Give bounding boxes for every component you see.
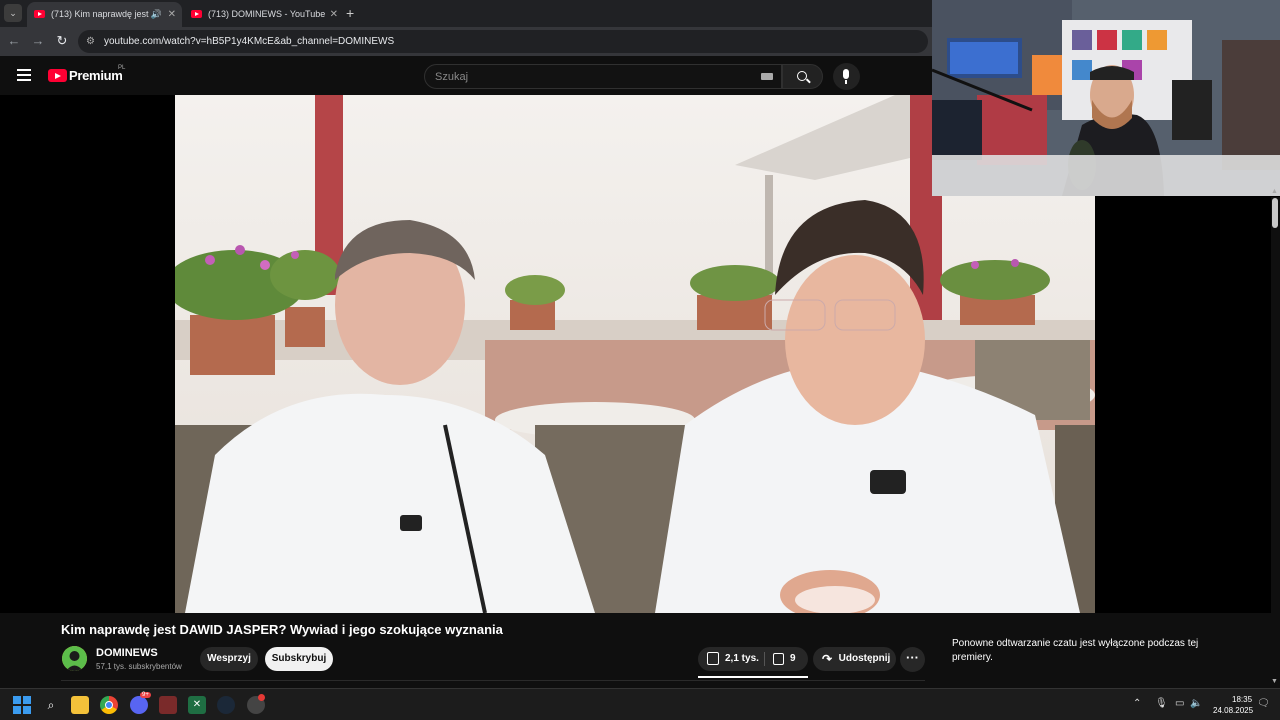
webcam-frame bbox=[932, 0, 1280, 196]
close-tab-icon[interactable]: ✕ bbox=[168, 2, 176, 27]
country-code: PL bbox=[118, 65, 126, 71]
thumbs-up-icon[interactable] bbox=[707, 652, 719, 665]
volume-icon[interactable]: 🔈 bbox=[1190, 698, 1202, 709]
search-box[interactable] bbox=[424, 64, 782, 89]
like-dislike-bar: 2,1 tys. 9 bbox=[698, 647, 808, 671]
address-bar[interactable]: ⚙ youtube.com/watch?v=hB5P1y4KMcE&ab_cha… bbox=[78, 30, 928, 53]
search-icon[interactable]: ⌕ bbox=[42, 696, 60, 714]
scrollbar[interactable] bbox=[1271, 197, 1280, 687]
tab-title: (713) DOMINEWS - YouTube bbox=[208, 9, 326, 19]
forward-arrow-icon[interactable]: → bbox=[29, 32, 47, 50]
windows-start-icon[interactable] bbox=[13, 696, 31, 714]
more-actions-button[interactable]: ··· bbox=[900, 647, 925, 672]
chrome-icon[interactable] bbox=[100, 696, 118, 714]
search-icon bbox=[797, 71, 807, 81]
subscribe-button[interactable]: Subskrybuj bbox=[265, 647, 333, 671]
scrollbar-thumb[interactable] bbox=[1272, 198, 1278, 228]
divider bbox=[61, 680, 925, 681]
site-info-icon[interactable]: ⚙ bbox=[86, 36, 97, 47]
app-icon[interactable] bbox=[247, 694, 265, 714]
video-title: Kim naprawdę jest DAWID JASPER? Wywiad i… bbox=[61, 622, 503, 637]
like-count[interactable]: 2,1 tys. bbox=[725, 647, 759, 671]
keyboard-icon[interactable] bbox=[761, 73, 773, 80]
dislike-count[interactable]: 9 bbox=[790, 647, 796, 671]
discord-badge: 9+ bbox=[140, 692, 151, 698]
share-button[interactable]: ↷ Udostępnij bbox=[813, 647, 896, 671]
new-tab-button[interactable]: + bbox=[346, 5, 354, 21]
tab-search-button[interactable]: ⌄ bbox=[4, 4, 22, 22]
file-explorer-icon[interactable] bbox=[71, 696, 89, 714]
search-input[interactable] bbox=[435, 65, 755, 88]
close-tab-icon[interactable]: ✕ bbox=[330, 2, 338, 27]
join-button[interactable]: Wesprzyj bbox=[200, 647, 258, 671]
tab-dominews-channel[interactable]: (713) DOMINEWS - YouTube ✕ bbox=[184, 2, 344, 27]
clock-time[interactable]: 18:35 bbox=[1232, 695, 1252, 704]
notifications-icon[interactable]: 🗨 bbox=[1257, 698, 1270, 709]
discord-icon[interactable]: 9+ bbox=[130, 692, 151, 714]
clock-date[interactable]: 24.08.2025 bbox=[1213, 706, 1253, 715]
like-underline bbox=[698, 676, 808, 678]
logo-text[interactable]: Premium bbox=[69, 68, 123, 83]
windows-taskbar: ⌕ 9+ ✕ ⌃ 🎙 ▭ 🔈 18:35 24.08.2025 🗨 bbox=[0, 688, 1280, 720]
xbox-app-icon[interactable]: ✕ bbox=[188, 696, 206, 714]
subscriber-count: 57,1 tys. subskrybentów bbox=[96, 662, 182, 671]
url-text: youtube.com/watch?v=hB5P1y4KMcE&ab_chann… bbox=[104, 36, 395, 47]
youtube-masthead: Premium PL bbox=[0, 56, 932, 95]
share-icon: ↷ bbox=[822, 652, 833, 666]
channel-name[interactable]: DOMINEWS bbox=[96, 647, 158, 659]
show-hidden-icons-icon[interactable]: ⌃ bbox=[1133, 698, 1141, 709]
share-label: Udostępnij bbox=[838, 653, 891, 664]
speaker-icon[interactable]: 🔊 bbox=[151, 2, 162, 27]
channel-avatar[interactable] bbox=[62, 646, 87, 671]
search-button[interactable] bbox=[782, 64, 823, 89]
tab-title: (713) Kim naprawdę jest DAWID JASPER? Wy… bbox=[51, 9, 149, 19]
menu-icon[interactable] bbox=[17, 69, 31, 81]
scroll-down-icon[interactable]: ▼ bbox=[1271, 678, 1278, 685]
game-app-icon[interactable] bbox=[159, 696, 177, 714]
tab-active-video[interactable]: (713) Kim naprawdę jest DAWID JASPER? Wy… bbox=[27, 2, 182, 27]
reload-icon[interactable]: ↻ bbox=[53, 32, 71, 50]
youtube-favicon-icon bbox=[34, 10, 45, 18]
browser-toolbar: ← → ↻ ⚙ youtube.com/watch?v=hB5P1y4KMcE&… bbox=[0, 27, 932, 56]
network-icon[interactable]: ▭ bbox=[1175, 698, 1184, 709]
youtube-logo-icon[interactable] bbox=[48, 69, 67, 82]
microphone-icon bbox=[843, 69, 849, 84]
thumbs-down-icon[interactable] bbox=[773, 653, 784, 665]
youtube-favicon-icon bbox=[191, 10, 202, 18]
back-arrow-icon[interactable]: ← bbox=[5, 32, 23, 50]
webcam-overlay bbox=[932, 0, 1280, 196]
microphone-icon[interactable]: 🎙 bbox=[1155, 698, 1168, 709]
like-divider bbox=[764, 652, 765, 666]
scroll-up-icon[interactable]: ▲ bbox=[1271, 188, 1278, 195]
steam-icon[interactable] bbox=[217, 696, 235, 714]
voice-search-button[interactable] bbox=[833, 63, 860, 90]
chat-replay-message: Ponowne odtwarzanie czatu jest wyłączone… bbox=[952, 638, 1199, 663]
avatar-image bbox=[62, 646, 87, 671]
